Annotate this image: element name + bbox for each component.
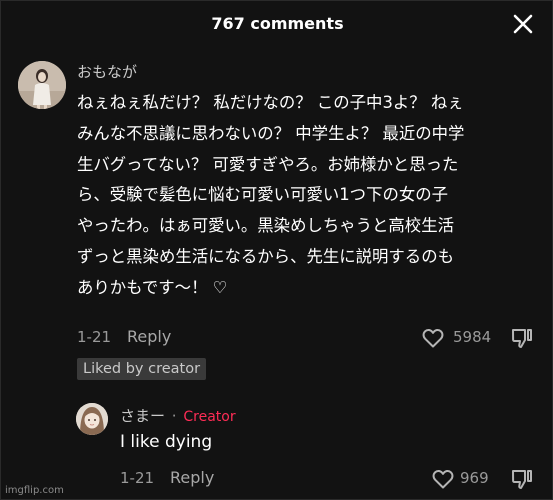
comment-username-row: さまー · Creator — [120, 405, 236, 426]
comment-text-line: ねぇねぇ私だけ？ 私だけなの？ この子中3よ？ ねぇ — [77, 93, 464, 112]
comment-actions: 1-21 Reply 5984 — [77, 326, 547, 350]
creator-label: Creator — [183, 409, 236, 425]
comment-text-line: やったわ。はぁ可愛い。黒染めしちゃうと高校生活 — [77, 216, 454, 236]
separator-dot: · — [171, 407, 177, 425]
dislike-button[interactable] — [510, 467, 534, 491]
close-button[interactable] — [512, 13, 534, 35]
comment-text: I like dying — [120, 432, 213, 452]
heart-outline-icon — [422, 328, 444, 348]
comments-header: 767 comments — [1, 1, 553, 47]
comment-date: 1-21 — [77, 328, 112, 346]
comment-date: 1-21 — [120, 469, 155, 487]
like-count: 5984 — [453, 328, 492, 346]
watermark: imgflip.com — [5, 485, 64, 496]
thumbs-down-icon — [512, 329, 532, 348]
close-icon — [513, 14, 533, 34]
comments-panel: 767 comments おもなが ねぇねぇ私だけ？ 私だけなの？ この子中3よ… — [0, 0, 553, 500]
heart-outline-icon — [432, 469, 454, 489]
liked-by-creator-badge: Liked by creator — [77, 358, 207, 380]
comment-text-line: 生バグってない？ 可愛すぎやろ。お姉様かと思った — [77, 154, 459, 174]
like-count: 969 — [460, 469, 489, 487]
comment-username[interactable]: さまー — [120, 407, 165, 425]
comment-text-line: みんな不思議に思わないの？ 中学生よ？ 最近の中学 — [77, 123, 465, 143]
comment-text-line: ら、受験で髪色に悩む可愛い可愛い1つ下の女の子 — [77, 185, 449, 205]
thumbs-down-icon — [512, 470, 532, 489]
dislike-button[interactable] — [510, 326, 534, 350]
comment-actions: 1-21 Reply 969 — [120, 467, 540, 491]
comment-username[interactable]: おもなが — [77, 61, 137, 82]
comment-text-line: ありかもです〜！ ♡ — [77, 277, 228, 297]
avatar[interactable] — [76, 403, 108, 435]
comment-text-line: ずっと黒染め生活になるから、先生に説明するのも — [77, 246, 454, 266]
reply-button[interactable]: Reply — [170, 468, 214, 487]
avatar[interactable] — [18, 61, 66, 109]
like-button[interactable]: 5984 — [421, 326, 501, 350]
comments-count-title: 767 comments — [211, 14, 344, 33]
reply-button[interactable]: Reply — [127, 327, 171, 346]
like-button[interactable]: 969 — [431, 467, 501, 491]
comment-text: ねぇねぇ私だけ？ 私だけなの？ この子中3よ？ ねぇ みんな不思議に思わないの？… — [77, 88, 547, 304]
